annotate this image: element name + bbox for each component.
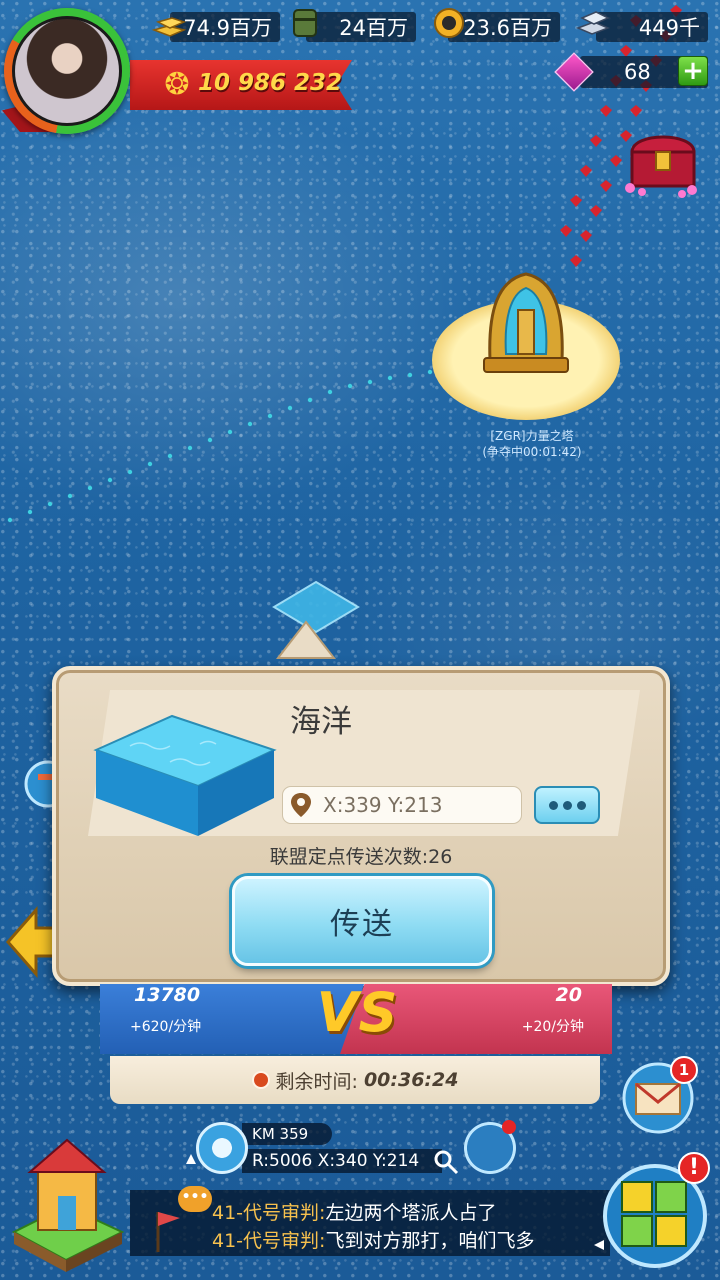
steel-ingot-icon <box>575 11 611 35</box>
chat-sender: 41-代号审判 <box>212 1202 320 1224</box>
mail-badge: 1 <box>670 1056 698 1084</box>
blue-score: 13780 <box>134 984 201 1006</box>
alliance-teleport-count: 联盟定点传送次数:26 <box>269 846 453 868</box>
blue-rate: +620/分钟 <box>130 1019 202 1035</box>
player-power: 10 986 232 <box>198 70 343 96</box>
more-options-button[interactable] <box>534 786 600 824</box>
location-pin-icon <box>291 793 311 817</box>
current-coordinates: R:5006 X:340 Y:214 <box>242 1149 442 1173</box>
march-trail <box>7 369 433 523</box>
more-dot <box>576 800 586 810</box>
chat-text: 飞到对方那打，咱们飞多 <box>325 1230 535 1252</box>
home-base-icon[interactable] <box>4 1132 130 1274</box>
remaining-time-bar: 剩余时间: 00:36:24 <box>110 1056 600 1104</box>
search-icon[interactable] <box>432 1148 460 1176</box>
coordinate-text: X:339 Y:213 <box>323 793 443 817</box>
rank-wings-icon: ❂ <box>164 67 190 102</box>
locate-crosshair-button[interactable] <box>196 1122 248 1174</box>
resource-food-value: 24百万 <box>339 16 408 40</box>
chat-message: 41-代号审判:飞到对方那打，咱们飞多 <box>212 1226 534 1252</box>
tower-label[interactable]: [ZGR]力量之塔 (争夺中00:01:42) <box>462 428 602 462</box>
popup-pointer-arrow <box>276 620 336 659</box>
tower-name: [ZGR]力量之塔 <box>490 429 574 443</box>
teleport-button[interactable]: 传送 <box>232 876 492 966</box>
power-tower-icon[interactable] <box>478 270 574 382</box>
barrel-icon <box>293 9 317 37</box>
more-dot <box>562 800 572 810</box>
resource-oil-value: 23.6百万 <box>463 16 552 40</box>
add-gems-button[interactable]: + <box>678 56 708 86</box>
oil-coin-icon <box>434 8 464 38</box>
gold-bars-icon <box>151 17 187 37</box>
remaining-time-label: 剩余时间: <box>275 1070 358 1093</box>
resource-gold-value: 74.9百万 <box>183 16 272 40</box>
more-dot <box>548 800 558 810</box>
vs-logo: VS <box>316 981 398 1044</box>
expand-arrow-icon[interactable] <box>184 1152 198 1166</box>
red-score: 20 <box>555 984 582 1006</box>
remaining-time-value: 00:36:24 <box>363 1069 459 1091</box>
tower-status: (争夺中00:01:42) <box>482 445 582 459</box>
gem-value: 68 <box>624 60 651 84</box>
ocean-tile-icon <box>93 714 277 836</box>
chat-text: 左边两个塔派人占了 <box>325 1202 497 1224</box>
chat-location-icon <box>156 1212 180 1252</box>
chat-message: 41-代号审判:左边两个塔派人占了 <box>212 1198 496 1224</box>
chat-bubble-icon[interactable]: ••• <box>178 1186 212 1212</box>
coordinate-field[interactable]: X:339 Y:213 <box>282 786 522 824</box>
build-menu-badge: ! <box>678 1152 710 1184</box>
treasure-chest-icon[interactable] <box>622 122 704 198</box>
terrain-title: 海洋 <box>290 704 352 740</box>
resource-steel[interactable]: 449千 <box>596 12 708 42</box>
red-rate: +20/分钟 <box>521 1019 584 1035</box>
left-arrow-icon[interactable] <box>6 904 56 982</box>
kingdom-indicator: KM 359 <box>242 1123 332 1145</box>
clock-icon <box>251 1071 270 1089</box>
resource-steel-value: 449千 <box>638 16 700 40</box>
player-avatar[interactable] <box>12 16 122 126</box>
bookmark-notification-dot <box>502 1120 516 1134</box>
chat-sender: 41-代号审判 <box>212 1230 320 1252</box>
